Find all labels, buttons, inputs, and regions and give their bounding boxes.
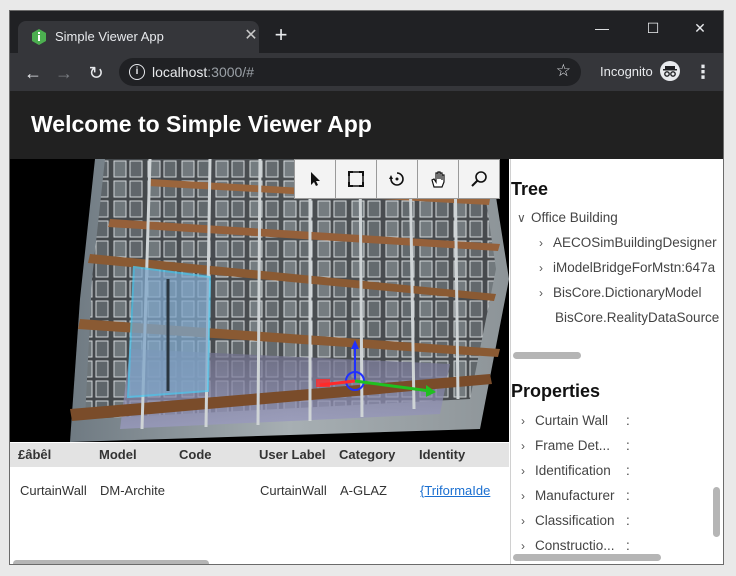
property-category[interactable]: › Frame Det...:	[521, 438, 630, 453]
chevron-right-icon[interactable]: ›	[539, 261, 553, 275]
chevron-right-icon[interactable]: ›	[521, 489, 535, 503]
properties-horizontal-scrollbar[interactable]	[513, 554, 661, 561]
tree-node[interactable]: › BisCore.DictionaryModel	[539, 285, 702, 300]
browser-menu-icon[interactable]: ⋮	[694, 61, 712, 83]
chevron-down-icon[interactable]: ∨	[517, 211, 531, 225]
properties-heading: Properties	[511, 381, 601, 401]
app-header: Welcome to Simple Viewer App	[10, 91, 723, 159]
address-url[interactable]: localhost:3000/#	[152, 64, 254, 80]
close-window-icon[interactable]: ✕	[680, 17, 720, 39]
grid-cell[interactable]: A-GLAZ	[340, 483, 412, 498]
chevron-right-icon[interactable]: ›	[521, 464, 535, 478]
incognito-label: Incognito	[600, 64, 653, 79]
building-render[interactable]	[10, 159, 509, 442]
select-icon	[311, 172, 320, 186]
property-grid: £âbêl Model Code User Label Category Ide…	[10, 443, 509, 564]
tree-node[interactable]: › AECOSimBuildingDesigner	[539, 235, 717, 250]
chevron-right-icon[interactable]: ›	[539, 236, 553, 250]
property-category[interactable]: › Constructio...:	[521, 538, 630, 553]
chevron-right-icon[interactable]: ›	[521, 539, 535, 553]
grid-cell[interactable]: DM-Archite	[100, 483, 172, 498]
property-category[interactable]: › Manufacturer:	[521, 488, 630, 503]
rotate-icon	[389, 172, 404, 186]
browser-window: Simple Viewer App ✕ + — ☐ ✕ ← → ↻ i loca…	[9, 10, 724, 565]
chevron-right-icon[interactable]: ›	[521, 514, 535, 528]
tree-node[interactable]: BisCore.RealityDataSource	[555, 310, 719, 325]
tab-title: Simple Viewer App	[55, 29, 164, 44]
chevron-right-icon[interactable]: ›	[539, 286, 553, 300]
column-header[interactable]: £âbêl	[18, 447, 51, 462]
view-tools	[294, 159, 500, 199]
zoom-tool-button[interactable]	[458, 159, 500, 199]
pan-tool-button[interactable]	[417, 159, 459, 199]
new-tab-icon[interactable]: +	[270, 24, 292, 47]
pan-icon	[431, 171, 445, 188]
grid-horizontal-scrollbar[interactable]	[13, 560, 209, 564]
column-header[interactable]: Category	[339, 447, 395, 462]
app-title: Welcome to Simple Viewer App	[31, 111, 372, 137]
tree-heading: Tree	[511, 179, 549, 199]
chevron-right-icon[interactable]: ›	[521, 414, 535, 428]
column-header[interactable]: Identity	[419, 447, 465, 462]
tree-node[interactable]: › iModelBridgeForMstn:647a	[539, 260, 715, 275]
column-header[interactable]: Model	[99, 447, 137, 462]
3d-viewport[interactable]	[10, 159, 509, 442]
rotate-tool-button[interactable]	[376, 159, 418, 199]
incognito-icon[interactable]	[660, 61, 680, 81]
grid-cell[interactable]: CurtainWall	[260, 483, 336, 498]
side-panel: Tree ∨ Office Building › AECOSimBuildingDe…	[510, 159, 723, 564]
column-header[interactable]: User Label	[259, 447, 325, 462]
identity-link[interactable]: {TriformaIde	[420, 483, 492, 498]
chevron-right-icon[interactable]: ›	[521, 439, 535, 453]
address-bar[interactable]: i localhost:3000/# ☆	[119, 58, 581, 86]
column-header[interactable]: Code	[179, 447, 212, 462]
fit-view-button[interactable]	[335, 159, 377, 199]
app-favicon-icon	[32, 29, 46, 45]
browser-tab[interactable]: Simple Viewer App ✕	[18, 21, 259, 53]
forward-icon[interactable]: →	[53, 62, 75, 84]
select-tool-button[interactable]	[294, 159, 336, 199]
property-category[interactable]: › Classification:	[521, 513, 630, 528]
maximize-icon[interactable]: ☐	[633, 17, 673, 39]
grid-cell[interactable]: CurtainWall	[20, 483, 96, 498]
grid-header: £âbêl Model Code User Label Category Ide…	[10, 443, 509, 467]
tab-close-icon[interactable]: ✕	[241, 26, 261, 46]
browser-toolbar: ← → ↻ i localhost:3000/# ☆ Incognito ⋮	[10, 53, 723, 91]
reload-icon[interactable]: ↻	[85, 62, 107, 84]
property-category[interactable]: › Curtain Wall:	[521, 413, 630, 428]
property-category[interactable]: › Identification:	[521, 463, 630, 478]
fit-view-icon	[348, 171, 364, 187]
minimize-icon[interactable]: —	[582, 17, 622, 39]
zoom-icon	[471, 171, 487, 187]
bookmark-star-icon[interactable]: ☆	[556, 61, 571, 81]
tree-horizontal-scrollbar[interactable]	[513, 352, 581, 359]
back-icon[interactable]: ←	[22, 62, 44, 84]
tab-strip: Simple Viewer App ✕ + — ☐ ✕	[10, 11, 723, 53]
tree-node-root[interactable]: ∨ Office Building	[517, 210, 618, 225]
properties-vertical-scrollbar[interactable]	[713, 487, 720, 537]
site-info-icon[interactable]: i	[129, 64, 145, 80]
